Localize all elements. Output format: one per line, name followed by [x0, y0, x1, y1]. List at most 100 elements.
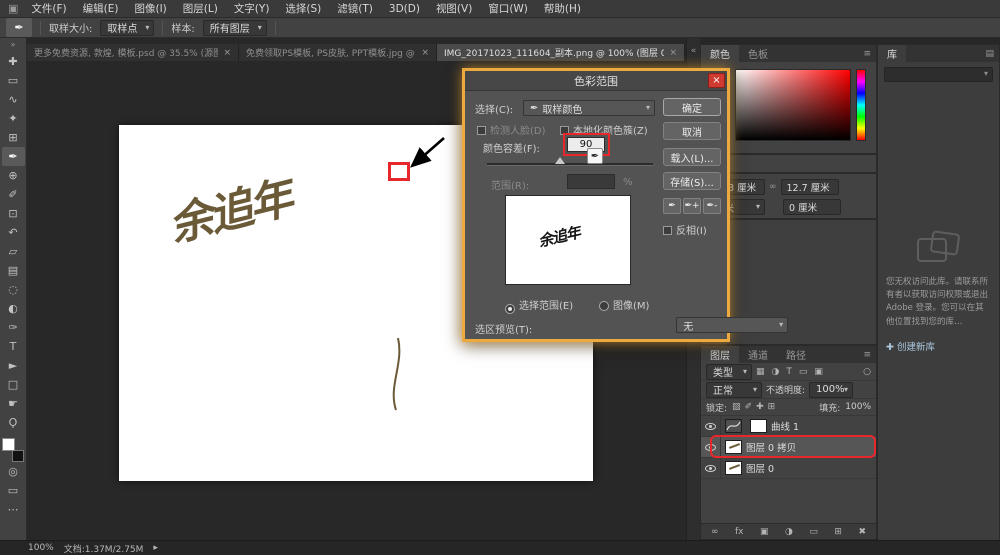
crop-tool[interactable]: ⊞: [2, 128, 25, 147]
quick-mask-icon[interactable]: ◎: [2, 462, 25, 481]
background-color-swatch[interactable]: [12, 450, 24, 462]
close-tab-icon[interactable]: ×: [669, 48, 677, 58]
clone-stamp-tool[interactable]: ⊡: [2, 204, 25, 223]
menu-edit[interactable]: 编辑(E): [76, 1, 126, 16]
menu-layer[interactable]: 图层(L): [176, 1, 225, 16]
eraser-tool[interactable]: ▱: [2, 242, 25, 261]
hue-strip[interactable]: [856, 69, 866, 141]
tab-swatches[interactable]: 色板: [739, 45, 777, 62]
tab-layers[interactable]: 图层: [701, 346, 739, 363]
color-swatches[interactable]: [2, 438, 24, 462]
select-dropdown[interactable]: ✒ 取样颜色: [523, 100, 655, 116]
active-tool-icon[interactable]: ✒: [6, 18, 32, 37]
document-tab-3[interactable]: IMG_20171023_111604_副本.png @ 100% (图层 0 …: [437, 44, 685, 61]
cancel-button[interactable]: 取消: [663, 122, 721, 140]
sample-size-dropdown[interactable]: 取样点: [100, 20, 154, 36]
tab-libraries[interactable]: 库: [878, 45, 906, 62]
subtract-sample-eyedropper-button[interactable]: ✒-: [703, 198, 721, 214]
collapse-panels-icon[interactable]: «: [687, 46, 700, 56]
filter-adjustment-icon[interactable]: ◑: [772, 367, 780, 377]
dialog-close-button[interactable]: ×: [708, 73, 725, 88]
tab-paths[interactable]: 路径: [777, 346, 815, 363]
add-mask-icon[interactable]: ▣: [760, 527, 769, 537]
gradient-tool[interactable]: ▤: [2, 261, 25, 280]
delete-layer-icon[interactable]: ✖: [858, 527, 866, 537]
lock-position-icon[interactable]: ✚: [756, 402, 764, 412]
path-select-tool[interactable]: ►: [2, 356, 25, 375]
fuzziness-slider-thumb[interactable]: [555, 157, 565, 164]
saturation-brightness-field[interactable]: [735, 69, 851, 141]
layer-row-curves[interactable]: 曲线 1: [701, 416, 876, 437]
edit-toolbar-icon[interactable]: ⋯: [2, 500, 25, 519]
menu-help[interactable]: 帮助(H): [537, 1, 588, 16]
link-layers-icon[interactable]: ∞: [711, 527, 719, 537]
menu-select[interactable]: 选择(S): [278, 1, 328, 16]
close-tab-icon[interactable]: ×: [421, 48, 429, 58]
tab-color[interactable]: 颜色: [701, 45, 739, 62]
menu-file[interactable]: 文件(F): [24, 1, 73, 16]
marquee-tool[interactable]: ▭: [2, 71, 25, 90]
menu-filter[interactable]: 滤镜(T): [330, 1, 380, 16]
layer-name[interactable]: 曲线 1: [771, 419, 799, 433]
filter-shape-icon[interactable]: ▭: [799, 367, 808, 377]
add-sample-eyedropper-button[interactable]: ✒+: [683, 198, 701, 214]
document-tab-1[interactable]: 更多免费资源, 敦煌, 模板.psd @ 35.5% (源图层 2, RG… ×: [27, 44, 239, 61]
panel-menu-icon[interactable]: ≡: [858, 346, 876, 363]
shape-tool[interactable]: □: [2, 375, 25, 394]
menu-view[interactable]: 视图(V): [429, 1, 479, 16]
fuzziness-slider[interactable]: [487, 163, 653, 166]
sample-dropdown[interactable]: 所有图层: [203, 20, 267, 36]
spot-healing-tool[interactable]: ⊕: [2, 166, 25, 185]
hand-tool[interactable]: ☛: [2, 394, 25, 413]
eyedropper-tool[interactable]: ✒: [2, 147, 25, 166]
opacity-dropdown[interactable]: 100%: [809, 382, 853, 398]
fill-value[interactable]: 100%: [845, 402, 871, 412]
dialog-title-bar[interactable]: 色彩范围 ×: [465, 71, 727, 91]
layer-row-layer0[interactable]: 图层 0: [701, 458, 876, 479]
lock-transparency-icon[interactable]: ▨: [732, 402, 741, 412]
selection-preview-dropdown[interactable]: 无: [676, 317, 788, 333]
library-search-input[interactable]: [884, 67, 993, 82]
toolbar-collapse-icon[interactable]: »: [11, 40, 16, 52]
zoom-level[interactable]: 100%: [28, 543, 54, 553]
lock-all-icon[interactable]: ⊞: [768, 402, 776, 412]
zoom-tool[interactable]: Ϙ: [2, 413, 25, 432]
menu-type[interactable]: 文字(Y): [227, 1, 277, 16]
dodge-tool[interactable]: ◐: [2, 299, 25, 318]
filter-smart-object-icon[interactable]: ▣: [814, 367, 823, 377]
move-tool[interactable]: ✚: [2, 52, 25, 71]
blend-mode-dropdown[interactable]: 正常: [706, 382, 762, 398]
pen-tool[interactable]: ✑: [2, 318, 25, 337]
detect-faces-checkbox[interactable]: 检测人脸(D): [477, 122, 546, 137]
blur-tool[interactable]: ◌: [2, 280, 25, 299]
filter-pixel-icon[interactable]: ▦: [756, 367, 765, 377]
save-button[interactable]: 存储(S)...: [663, 172, 721, 190]
libraries-grid-icon[interactable]: ▤: [980, 45, 999, 62]
close-tab-icon[interactable]: ×: [223, 48, 231, 58]
status-arrow-icon[interactable]: ▸: [153, 543, 158, 553]
invert-checkbox[interactable]: 反相(I): [663, 222, 707, 237]
selection-radio[interactable]: 选择范围(E): [505, 297, 573, 314]
layer-style-icon[interactable]: fx: [735, 527, 744, 537]
tab-channels[interactable]: 通道: [739, 346, 777, 363]
filter-type-icon[interactable]: T: [786, 367, 792, 377]
new-group-icon[interactable]: ▭: [809, 527, 818, 537]
visibility-toggle[interactable]: [701, 416, 721, 436]
panel-menu-icon[interactable]: ≡: [858, 45, 876, 62]
quick-select-tool[interactable]: ✦: [2, 109, 25, 128]
layer-thumbnail[interactable]: [725, 461, 742, 475]
lock-pixels-icon[interactable]: ✐: [745, 402, 753, 412]
layer-filter-dropdown[interactable]: 类型: [706, 364, 752, 380]
document-tab-2[interactable]: 免费领取PS模板, PS皮肤, PPT模板.jpg @ 29.8% (免… ×: [239, 44, 437, 61]
foreground-color-swatch[interactable]: [2, 438, 15, 451]
brush-tool[interactable]: ✐: [2, 185, 25, 204]
visibility-toggle[interactable]: [701, 458, 721, 478]
curves-layer-thumbnail[interactable]: [725, 419, 742, 433]
menu-window[interactable]: 窗口(W): [481, 1, 535, 16]
type-tool[interactable]: T: [2, 337, 25, 356]
height-field[interactable]: 12.7 厘米: [781, 179, 839, 195]
menu-3d[interactable]: 3D(D): [382, 3, 427, 15]
sample-eyedropper-button[interactable]: ✒: [663, 198, 681, 214]
layer-name[interactable]: 图层 0: [746, 461, 774, 475]
adjustment-layer-icon[interactable]: ◑: [785, 527, 793, 537]
